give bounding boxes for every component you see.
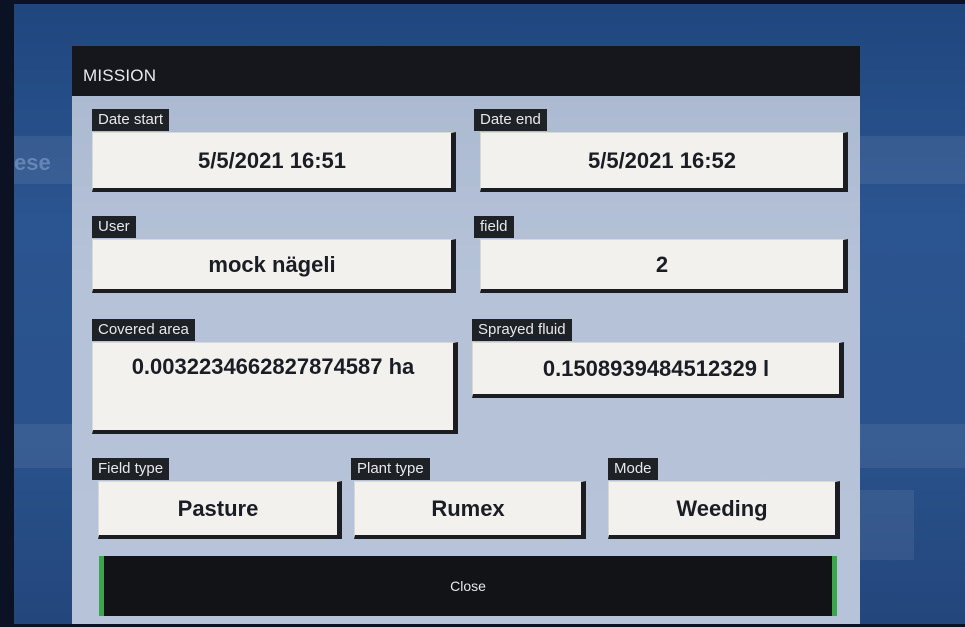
- plant-type-value: Rumex: [431, 495, 505, 521]
- sprayed-fluid-value: 0.1508939484512329 l: [542, 355, 770, 381]
- field-type-label: Field type: [92, 458, 170, 480]
- date-end-value: 5/5/2021 16:52: [587, 147, 737, 173]
- user-field[interactable]: mock nägeli: [92, 239, 456, 293]
- date-start-value: 5/5/2021 16:51: [197, 147, 347, 173]
- covered-area-label: Covered area: [92, 319, 195, 341]
- date-start-field[interactable]: 5/5/2021 16:51: [92, 132, 456, 192]
- close-button[interactable]: Close: [99, 556, 837, 616]
- field-label: field: [474, 216, 514, 238]
- background-text: ese: [14, 150, 51, 175]
- user-value: mock nägeli: [208, 251, 336, 277]
- field-type-value: Pasture: [177, 495, 259, 521]
- mode-field[interactable]: Weeding: [608, 481, 840, 539]
- dialog-header: MISSION: [72, 46, 860, 96]
- app-screen: ese MISSION Date start 5/5/2021 16:51 Da…: [14, 4, 965, 624]
- plant-type-field[interactable]: Rumex: [354, 481, 586, 539]
- field-type-field[interactable]: Pasture: [98, 481, 342, 539]
- field-number-value: 2: [655, 251, 669, 277]
- date-end-field[interactable]: 5/5/2021 16:52: [480, 132, 848, 192]
- user-label: User: [92, 216, 136, 238]
- sprayed-fluid-field[interactable]: 0.1508939484512329 l: [472, 342, 844, 398]
- date-start-label: Date start: [92, 109, 170, 131]
- mission-dialog: MISSION Date start 5/5/2021 16:51 Date e…: [72, 46, 860, 624]
- sprayed-fluid-label: Sprayed fluid: [472, 319, 572, 341]
- plant-type-label: Plant type: [351, 458, 430, 480]
- field-number-field[interactable]: 2: [480, 239, 848, 293]
- mode-label: Mode: [608, 458, 658, 480]
- dialog-title: MISSION: [83, 66, 157, 85]
- date-end-label: Date end: [474, 109, 547, 131]
- covered-area-field[interactable]: 0.0032234662827874587 ha: [92, 342, 458, 434]
- covered-area-value: 0.0032234662827874587 ha: [131, 354, 415, 379]
- close-button-label: Close: [450, 578, 486, 594]
- mode-value: Weeding: [676, 495, 768, 521]
- background-panel: [854, 490, 914, 560]
